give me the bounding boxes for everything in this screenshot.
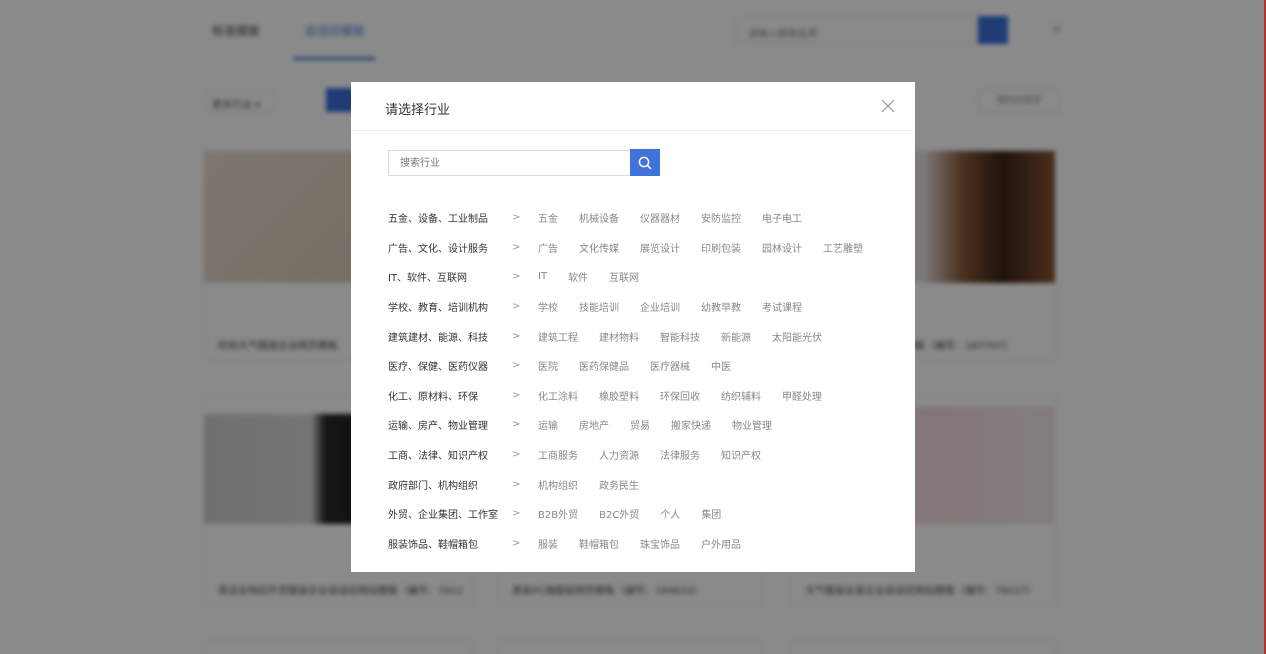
industry-tag[interactable]: 集团: [701, 506, 721, 521]
chevron-right-icon: >: [512, 478, 521, 490]
industry-tag[interactable]: 物业管理: [732, 417, 772, 432]
industry-category-row: 服装饰品、鞋帽箱包 > 服装 鞋帽箱包 珠宝饰品 户外用品: [388, 529, 884, 559]
industry-category-row: IT、软件、互联网 > IT 软件 互联网: [388, 262, 884, 292]
industry-tag[interactable]: 展览设计: [640, 240, 680, 255]
industry-category-name[interactable]: 政府部门、机构组织: [388, 477, 510, 492]
industry-search-input[interactable]: [388, 150, 630, 176]
industry-tag[interactable]: 人力资源: [599, 447, 639, 462]
industry-tag[interactable]: 建筑工程: [538, 329, 578, 344]
industry-tag[interactable]: 新能源: [721, 329, 751, 344]
industry-tag[interactable]: B2B外贸: [538, 506, 578, 521]
industry-tag[interactable]: 知识产权: [721, 447, 761, 462]
industry-tag[interactable]: 软件: [568, 269, 588, 284]
chevron-right-icon: >: [512, 508, 521, 520]
search-icon: [638, 156, 652, 170]
industry-category-name[interactable]: 学校、教育、培训机构: [388, 299, 510, 314]
industry-tag[interactable]: 印刷包装: [701, 240, 741, 255]
industry-category-row: 医疗、保健、医药仪器 > 医院 医药保健品 医疗器械 中医: [388, 351, 884, 381]
industry-category-row: 运输、房产、物业管理 > 运输 房地产 贸易 搬家快递 物业管理: [388, 410, 884, 440]
industry-category-name[interactable]: 外贸、企业集团、工作室: [388, 506, 510, 521]
industry-tag[interactable]: 甲醛处理: [782, 388, 822, 403]
industry-category-row: 建筑建材、能源、科技 > 建筑工程 建材物料 智能科技 新能源 太阳能光伏: [388, 321, 884, 351]
dialog-title: 请选择行业: [385, 103, 451, 118]
chevron-right-icon: >: [512, 389, 521, 401]
industry-tag[interactable]: 运输: [538, 417, 558, 432]
industry-tag[interactable]: 房地产: [579, 417, 609, 432]
chevron-right-icon: >: [512, 330, 521, 342]
industry-category-list: 五金、设备、工业制品 > 五金 机械设备 仪器器材 安防监控 电子电工 广告、文化、设计服务 >…: [388, 203, 884, 558]
industry-tag[interactable]: 橡胶塑料: [599, 388, 639, 403]
industry-category-row: 工商、法律、知识产权 > 工商服务 人力资源 法律服务 知识产权: [388, 440, 884, 470]
industry-tag[interactable]: 机械设备: [579, 210, 619, 225]
industry-category-name[interactable]: IT、软件、互联网: [388, 269, 510, 284]
industry-tag[interactable]: 化工涂料: [538, 388, 578, 403]
industry-tag[interactable]: 医疗器械: [650, 358, 690, 373]
chevron-right-icon: >: [512, 212, 521, 224]
industry-search-button[interactable]: [630, 149, 660, 176]
industry-select-dialog: 请选择行业 五金、设备、工业制品>五金机械设备仪器器材安防监控电子电工广告、文化…: [351, 82, 915, 572]
industry-category-name[interactable]: 化工、原材料、环保: [388, 388, 510, 403]
chevron-right-icon: >: [512, 241, 521, 253]
industry-tag[interactable]: 机构组织: [538, 477, 578, 492]
industry-tag[interactable]: 广告: [538, 240, 558, 255]
industry-tag[interactable]: 贸易: [630, 417, 650, 432]
chevron-right-icon: >: [512, 449, 521, 461]
industry-tag[interactable]: 服装: [538, 536, 558, 551]
industry-category-row: 学校、教育、培训机构 > 学校 技能培训 企业培训 幼教早教 考试课程: [388, 292, 884, 322]
industry-tag[interactable]: B2C外贸: [599, 506, 639, 521]
industry-tag[interactable]: 企业培训: [640, 299, 680, 314]
industry-category-name[interactable]: 服装饰品、鞋帽箱包: [388, 536, 510, 551]
chevron-right-icon: >: [512, 419, 521, 431]
industry-tag[interactable]: 工艺雕塑: [823, 240, 863, 255]
industry-tag[interactable]: 技能培训: [579, 299, 619, 314]
industry-tag[interactable]: 仪器器材: [640, 210, 680, 225]
chevron-right-icon: >: [512, 301, 521, 313]
industry-category-name[interactable]: 五金、设备、工业制品: [388, 210, 510, 225]
industry-tag[interactable]: 考试课程: [762, 299, 802, 314]
industry-tag[interactable]: 智能科技: [660, 329, 700, 344]
industry-search: [388, 149, 660, 177]
industry-tag[interactable]: 珠宝饰品: [640, 536, 680, 551]
industry-tag[interactable]: 五金: [538, 210, 558, 225]
industry-category-name[interactable]: 建筑建材、能源、科技: [388, 329, 510, 344]
industry-tag[interactable]: 环保回收: [660, 388, 700, 403]
industry-category-name[interactable]: 广告、文化、设计服务: [388, 240, 510, 255]
industry-tag[interactable]: 户外用品: [701, 536, 741, 551]
industry-tag[interactable]: 园林设计: [762, 240, 802, 255]
industry-category-row: 政府部门、机构组织 > 机构组织 政务民生: [388, 469, 884, 499]
industry-tag[interactable]: 安防监控: [701, 210, 741, 225]
industry-tag[interactable]: 幼教早教: [701, 299, 741, 314]
industry-tag[interactable]: 建材物料: [599, 329, 639, 344]
industry-tag[interactable]: 文化传媒: [579, 240, 619, 255]
industry-tag[interactable]: 电子电工: [762, 210, 802, 225]
industry-category-name[interactable]: 工商、法律、知识产权: [388, 447, 510, 462]
industry-category-row: 广告、文化、设计服务 > 广告 文化传媒 展览设计 印刷包装 园林设计 工艺雕塑: [388, 233, 884, 263]
chevron-right-icon: >: [512, 360, 521, 372]
industry-category-name[interactable]: 运输、房产、物业管理: [388, 417, 510, 432]
industry-tag[interactable]: 政务民生: [599, 477, 639, 492]
chevron-right-icon: >: [512, 537, 521, 549]
industry-category-row: 化工、原材料、环保 > 化工涂料 橡胶塑料 环保回收 纺织辅料 甲醛处理: [388, 381, 884, 411]
industry-tag[interactable]: 工商服务: [538, 447, 578, 462]
industry-tag[interactable]: IT: [538, 271, 547, 282]
industry-category-row: 外贸、企业集团、工作室 > B2B外贸 B2C外贸 个人 集团: [388, 499, 884, 529]
industry-tag[interactable]: 法律服务: [660, 447, 700, 462]
industry-tag[interactable]: 医院: [538, 358, 558, 373]
industry-tag[interactable]: 太阳能光伏: [772, 329, 822, 344]
industry-tag[interactable]: 学校: [538, 299, 558, 314]
industry-tag[interactable]: 个人: [660, 506, 680, 521]
industry-category-row: 五金、设备、工业制品 > 五金 机械设备 仪器器材 安防监控 电子电工: [388, 203, 884, 233]
industry-tag[interactable]: 互联网: [609, 269, 639, 284]
industry-tag[interactable]: 纺织辅料: [721, 388, 761, 403]
industry-tag[interactable]: 医药保健品: [579, 358, 629, 373]
industry-tag[interactable]: 鞋帽箱包: [579, 536, 619, 551]
industry-tag[interactable]: 搬家快递: [671, 417, 711, 432]
dialog-header: 请选择行业: [351, 82, 915, 131]
industry-category-name[interactable]: 医疗、保健、医药仪器: [388, 358, 510, 373]
close-icon[interactable]: [879, 97, 897, 115]
chevron-right-icon: >: [512, 271, 521, 283]
industry-tag[interactable]: 中医: [711, 358, 731, 373]
